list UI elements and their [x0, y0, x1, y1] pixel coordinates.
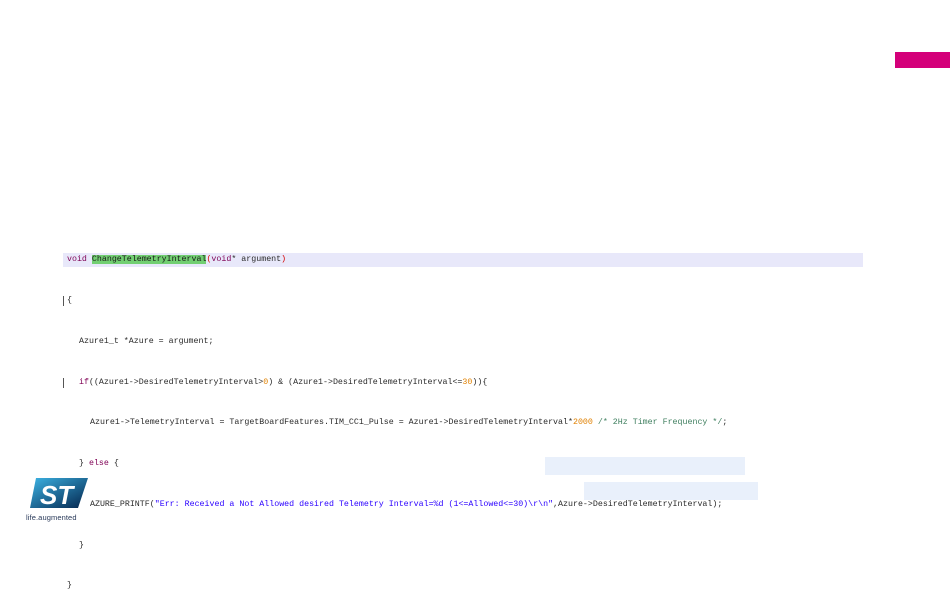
code-line-if-condition: if((Azure1->DesiredTelemetryInterval>0) … [63, 376, 863, 390]
code-text: } [67, 581, 72, 591]
code-text: ) & (Azure1->DesiredTelemetryInterval<= [268, 377, 463, 387]
code-keyword: void [67, 255, 87, 265]
code-keyword: else [88, 459, 109, 469]
code-text: ; [722, 418, 728, 428]
code-line-close-brace: } [63, 539, 863, 553]
code-line-close-function: } [63, 579, 863, 593]
code-text: * argument [231, 255, 282, 265]
code-text: )){ [472, 377, 488, 387]
code-text: } [79, 540, 84, 550]
code-line-declaration: Azure1_t *Azure = argument; [63, 335, 863, 349]
code-text: ((Azure1->DesiredTelemetryInterval> [88, 377, 264, 387]
code-paren: ) [281, 255, 287, 265]
code-keyword: void [211, 255, 232, 265]
code-text: Azure1->TelemetryInterval = TargetBoardF… [90, 418, 573, 428]
code-string: "Err: Received a Not Allowed desired Tel… [154, 499, 554, 509]
code-text: ,Azure->DesiredTelemetryInterval); [553, 499, 723, 509]
code-line-assignment: Azure1->TelemetryInterval = TargetBoardF… [63, 416, 863, 430]
code-line-function-signature: void ChangeTelemetryInterval(void* argum… [63, 253, 863, 267]
brand-tagline: life.augmented [26, 513, 77, 522]
code-function-name: ChangeTelemetryInterval [91, 255, 207, 265]
code-text: AZURE_PRINTF( [90, 499, 155, 509]
code-number: 2000 [572, 418, 593, 428]
code-text: } [79, 459, 89, 469]
accent-tab [895, 52, 950, 68]
code-keyword: if [79, 377, 89, 387]
code-text: { [108, 459, 119, 469]
code-text: Azure1_t *Azure = argument; [79, 336, 214, 346]
code-comment: /* 2Hz Timer Frequency */ [597, 418, 723, 428]
placeholder-bar [584, 482, 758, 500]
code-snippet: void ChangeTelemetryInterval(void* argum… [63, 226, 863, 607]
st-logo-letters: ST [40, 480, 75, 510]
code-number: 30 [462, 377, 473, 387]
code-text: { [67, 295, 72, 305]
code-line-open-brace: { [63, 294, 863, 308]
placeholder-bar [545, 457, 745, 475]
